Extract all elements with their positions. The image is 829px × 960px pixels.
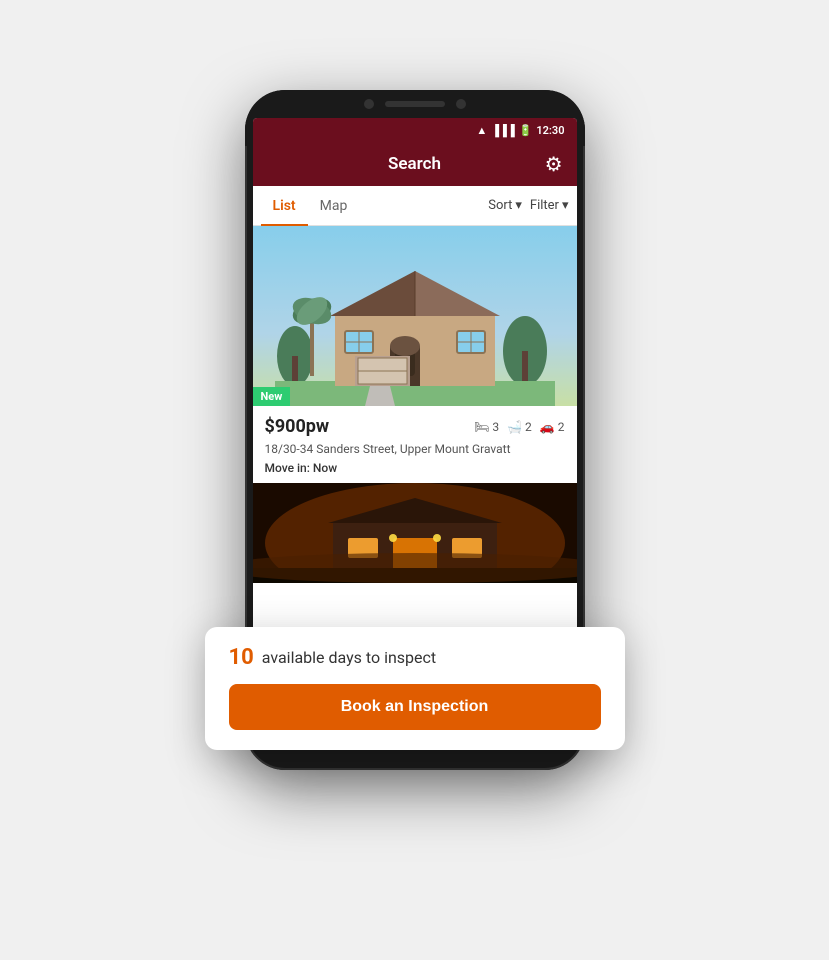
inspect-text: available days to inspect (262, 648, 436, 667)
car-icon: 🚗 (540, 420, 555, 434)
header-title: Search (388, 154, 441, 174)
inspect-count-row: 10 available days to inspect (229, 645, 601, 670)
bath-icon: 🛁 (507, 420, 522, 434)
parking-count: 2 (558, 420, 565, 434)
screen-content: List Map Sort ▾ Filter ▾ (253, 186, 577, 682)
house-illustration (275, 226, 555, 406)
property-info-1: $900pw 🛏 3 🛁 2 (253, 406, 577, 483)
baths-amenity: 🛁 2 (507, 420, 532, 434)
inspection-popup: 10 available days to inspect Book an Ins… (205, 627, 625, 750)
speaker (385, 101, 445, 107)
top-tabs: List Map Sort ▾ Filter ▾ (253, 186, 577, 226)
signal-icon: ▐▐▐ (491, 124, 514, 137)
amenities: 🛏 3 🛁 2 🚗 2 (474, 420, 564, 434)
parking-amenity: 🚗 2 (540, 420, 565, 434)
tab-list[interactable]: List (261, 186, 308, 226)
baths-count: 2 (525, 420, 532, 434)
settings-icon[interactable]: ⚙ (545, 152, 563, 176)
property-image-1: New (253, 226, 577, 406)
inspect-count: 10 (229, 645, 254, 670)
status-icons: ▲ ▐▐▐ 🔋 12:30 (476, 124, 564, 137)
evening-house-bg (253, 483, 577, 583)
camera-dot-right (456, 99, 466, 109)
price-row: $900pw 🛏 3 🛁 2 (265, 416, 565, 437)
property-card-1[interactable]: New $900pw 🛏 3 🛁 (253, 226, 577, 483)
property-address: 18/30-34 Sanders Street, Upper Mount Gra… (265, 441, 565, 458)
bed-icon: 🛏 (474, 420, 489, 434)
time-display: 12:30 (536, 124, 564, 137)
sort-filter-group: Sort ▾ Filter ▾ (488, 198, 568, 213)
battery-status: 🔋 (519, 124, 533, 137)
move-in-text: Move in: Now (265, 461, 565, 475)
price-display: $900pw (265, 416, 330, 437)
status-bar: ▲ ▐▐▐ 🔋 12:30 (253, 118, 577, 142)
sort-button[interactable]: Sort ▾ (488, 198, 522, 213)
book-inspection-button[interactable]: Book an Inspection (229, 684, 601, 730)
new-badge: New (253, 387, 291, 406)
phone-top-bar (245, 90, 585, 118)
sort-chevron-icon: ▾ (515, 198, 522, 213)
beds-amenity: 🛏 3 (474, 420, 499, 434)
filter-button[interactable]: Filter ▾ (530, 198, 569, 213)
tab-map[interactable]: Map (308, 186, 360, 226)
filter-chevron-icon: ▾ (562, 198, 569, 213)
wifi-icon: ▲ (476, 124, 487, 137)
camera-dot (364, 99, 374, 109)
beds-count: 3 (492, 420, 499, 434)
property-card-2-partial[interactable] (253, 483, 577, 583)
app-header: Search ⚙ (253, 142, 577, 186)
evening-house-svg (253, 483, 577, 583)
